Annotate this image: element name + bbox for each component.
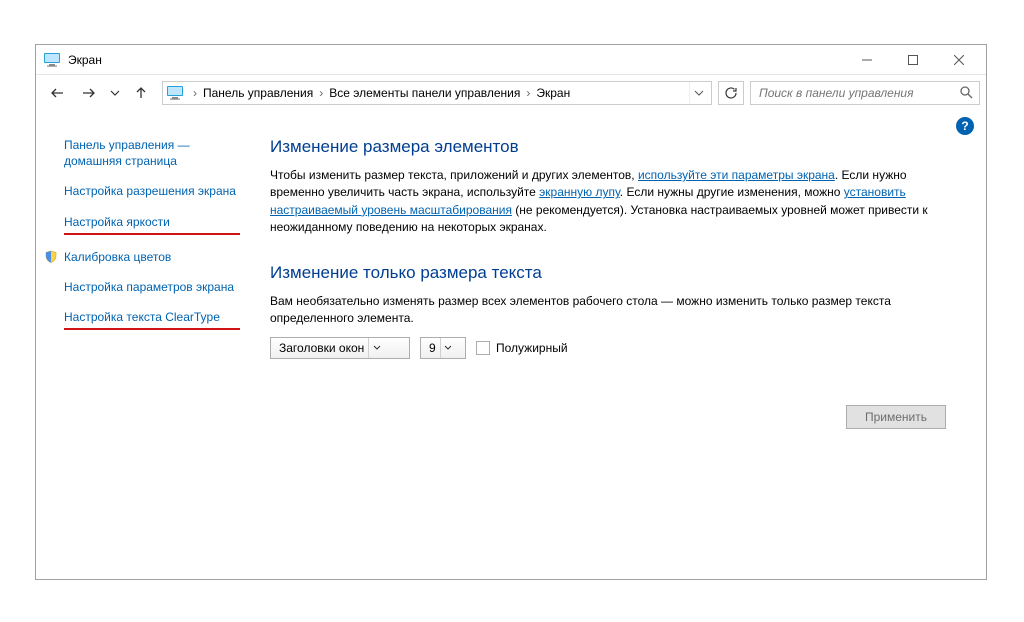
control-panel-window: Экран › Панель управления › Все элементы… xyxy=(35,44,987,580)
element-select[interactable]: Заголовки окон xyxy=(270,337,410,359)
navbar: › Панель управления › Все элементы панел… xyxy=(36,75,986,111)
sidebar-item-cleartype[interactable]: Настройка текста ClearType xyxy=(64,309,240,330)
heading-text-size: Изменение только размера текста xyxy=(270,263,946,283)
search-input[interactable] xyxy=(757,85,959,101)
address-bar[interactable]: › Панель управления › Все элементы панел… xyxy=(162,81,712,105)
titlebar: Экран xyxy=(36,45,986,75)
monitor-icon xyxy=(44,53,60,67)
sidebar-item-brightness[interactable]: Настройка яркости xyxy=(64,214,240,235)
chevron-down-icon xyxy=(440,338,456,358)
bold-checkbox[interactable] xyxy=(476,341,490,355)
sidebar-item-calibrate-colors[interactable]: Калибровка цветов xyxy=(44,249,240,265)
close-button[interactable] xyxy=(936,46,982,74)
text: Чтобы изменить размер текста, приложений… xyxy=(270,168,638,182)
font-size-select[interactable]: 9 xyxy=(420,337,466,359)
highlight-underline xyxy=(64,233,240,235)
main-pane: Изменение размера элементов Чтобы измени… xyxy=(250,121,986,579)
maximize-button[interactable] xyxy=(890,46,936,74)
link-magnifier[interactable]: экранную лупу xyxy=(539,185,620,199)
checkbox-label-text: Полужирный xyxy=(496,341,568,355)
sidebar-item-home[interactable]: Панель управления — домашняя страница xyxy=(64,137,240,169)
help-button[interactable]: ? xyxy=(956,117,974,135)
monitor-icon xyxy=(167,86,183,100)
paragraph-text-size-info: Вам необязательно изменять размер всех э… xyxy=(270,293,946,328)
sidebar-item-display-params[interactable]: Настройка параметров экрана xyxy=(64,279,240,295)
select-value: Заголовки окон xyxy=(275,341,368,355)
sidebar: Панель управления — домашняя страница На… xyxy=(36,121,250,579)
sidebar-item-label: Настройка яркости xyxy=(64,215,170,229)
sidebar-item-label: Настройка параметров экрана xyxy=(64,280,234,294)
refresh-button[interactable] xyxy=(718,81,744,105)
sidebar-item-label: Настройка разрешения экрана xyxy=(64,184,236,198)
chevron-down-icon xyxy=(368,338,384,358)
minimize-button[interactable] xyxy=(844,46,890,74)
shield-icon xyxy=(44,250,58,264)
sidebar-item-resolution[interactable]: Настройка разрешения экрана xyxy=(64,183,240,199)
paragraph-resize-info: Чтобы изменить размер текста, приложений… xyxy=(270,167,946,237)
search-box[interactable] xyxy=(750,81,980,105)
address-dropdown-button[interactable] xyxy=(689,82,707,104)
text-size-controls: Заголовки окон 9 Полужирный xyxy=(270,337,946,359)
heading-resize-elements: Изменение размера элементов xyxy=(270,137,946,157)
apply-row: Применить xyxy=(270,405,946,429)
text: . Если нужны другие изменения, можно xyxy=(620,185,844,199)
window-title: Экран xyxy=(68,53,102,67)
sidebar-item-label: Настройка текста ClearType xyxy=(64,310,220,324)
breadcrumb-item[interactable]: Панель управления xyxy=(201,86,315,100)
apply-button[interactable]: Применить xyxy=(846,405,946,429)
sidebar-item-label: Панель управления — домашняя страница xyxy=(64,138,190,168)
breadcrumb-item[interactable]: Все элементы панели управления xyxy=(327,86,522,100)
bold-checkbox-label[interactable]: Полужирный xyxy=(476,341,568,355)
link-display-settings[interactable]: используйте эти параметры экрана xyxy=(638,168,835,182)
chevron-right-icon: › xyxy=(315,86,327,100)
search-icon[interactable] xyxy=(959,85,973,102)
nav-up-button[interactable] xyxy=(126,79,156,107)
nav-forward-button[interactable] xyxy=(74,79,104,107)
sidebar-item-label: Калибровка цветов xyxy=(64,250,171,264)
highlight-underline xyxy=(64,328,240,330)
nav-back-button[interactable] xyxy=(42,79,72,107)
breadcrumb-item[interactable]: Экран xyxy=(534,86,572,100)
content-area: ? Панель управления — домашняя страница … xyxy=(36,111,986,579)
select-value: 9 xyxy=(425,341,440,355)
chevron-right-icon: › xyxy=(189,86,201,100)
nav-recent-button[interactable] xyxy=(106,79,124,107)
chevron-right-icon: › xyxy=(522,86,534,100)
